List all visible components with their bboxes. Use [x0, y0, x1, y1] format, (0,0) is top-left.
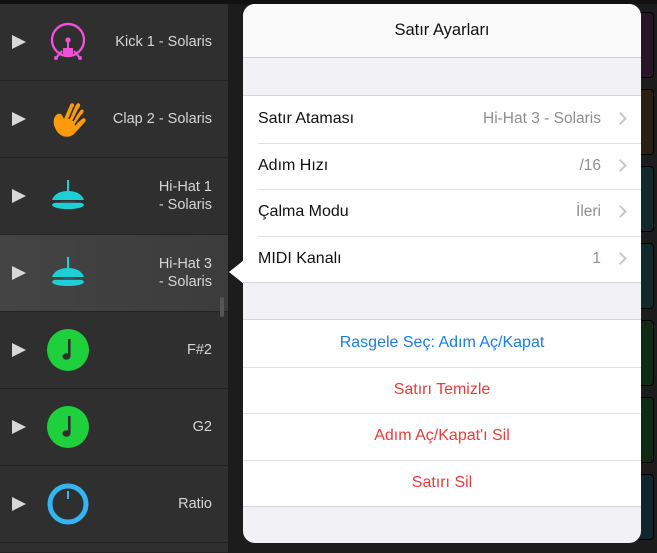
track-row-f-sharp-2[interactable]: F#2 — [0, 312, 228, 389]
setting-label: Satır Ataması — [258, 110, 355, 128]
clear-row-button[interactable]: Satırı Temizle — [243, 366, 641, 414]
play-icon[interactable] — [12, 497, 26, 511]
play-icon[interactable] — [12, 35, 26, 49]
hand-clap-icon — [53, 103, 86, 137]
kick-drum-icon — [50, 22, 86, 60]
popover-title: Satır Ayarları — [243, 4, 641, 58]
track-row-ratio[interactable]: Ratio — [0, 466, 228, 543]
track-name: G2 — [192, 419, 212, 435]
row-settings-popover: Satır Ayarları Satır Ataması Hi-Hat 3 - … — [243, 4, 641, 543]
track-row-hihat-1[interactable]: Hi-Hat 1 - Solaris — [0, 158, 228, 235]
action-label: Satırı Temizle — [393, 380, 491, 398]
music-note-icon — [47, 406, 89, 448]
randomize-step-toggle-button[interactable]: Rasgele Seç: Adım Aç/Kapat — [243, 320, 641, 367]
hi-hat-icon — [52, 257, 84, 286]
settings-group: Satır Ataması Hi-Hat 3 - Solaris Adım Hı… — [243, 95, 641, 283]
midi-channel-setting[interactable]: MIDI Kanalı 1 — [243, 235, 641, 283]
play-icon[interactable] — [12, 112, 26, 126]
track-row-hihat-3[interactable]: Hi-Hat 3 - Solaris — [0, 235, 228, 312]
track-row-clap[interactable]: Clap 2 - Solaris — [0, 81, 228, 158]
setting-label: Çalma Modu — [258, 203, 349, 221]
track-name: Kick 1 - Solaris — [115, 34, 212, 50]
track-name: Clap 2 - Solaris — [112, 111, 212, 127]
knob-icon — [47, 483, 89, 525]
popover-arrow — [229, 260, 244, 284]
setting-value: İleri — [576, 203, 601, 221]
setting-value: /16 — [579, 156, 601, 174]
hi-hat-icon — [52, 180, 84, 209]
play-icon[interactable] — [12, 420, 26, 434]
play-icon[interactable] — [12, 343, 26, 357]
step-rate-setting[interactable]: Adım Hızı /16 — [243, 142, 641, 190]
action-label: Satırı Sil — [411, 473, 473, 491]
playback-mode-setting[interactable]: Çalma Modu İleri — [243, 189, 641, 236]
row-assignment-setting[interactable]: Satır Ataması Hi-Hat 3 - Solaris — [243, 96, 641, 143]
play-icon[interactable] — [12, 266, 26, 280]
scrollbar[interactable] — [220, 297, 224, 317]
chevron-right-icon — [614, 158, 627, 172]
track-row-partial — [0, 543, 228, 553]
chevron-right-icon — [614, 112, 627, 126]
track-name: Ratio — [178, 496, 212, 512]
chevron-right-icon — [614, 251, 627, 265]
delete-row-button[interactable]: Satırı Sil — [243, 459, 641, 507]
action-label: Adım Aç/Kapat'ı Sil — [374, 427, 510, 445]
chevron-right-icon — [614, 205, 627, 219]
play-icon[interactable] — [12, 189, 26, 203]
setting-label: Adım Hızı — [258, 156, 329, 174]
setting-label: MIDI Kanalı — [258, 249, 342, 267]
track-list: Kick 1 - Solaris Clap 2 - Solaris Hi-Hat… — [0, 4, 228, 553]
track-name: Hi-Hat 1 - Solaris — [158, 179, 212, 213]
track-row-kick[interactable]: Kick 1 - Solaris — [0, 4, 228, 81]
track-name: F#2 — [187, 342, 212, 358]
setting-value: 1 — [592, 249, 601, 267]
music-note-icon — [47, 329, 89, 371]
track-name: Hi-Hat 3 - Solaris — [158, 256, 212, 290]
setting-value: Hi-Hat 3 - Solaris — [483, 110, 601, 128]
actions-group: Rasgele Seç: Adım Aç/Kapat Satırı Temizl… — [243, 319, 641, 507]
delete-step-toggle-button[interactable]: Adım Aç/Kapat'ı Sil — [243, 413, 641, 460]
track-row-g2[interactable]: G2 — [0, 389, 228, 466]
action-label: Rasgele Seç: Adım Aç/Kapat — [339, 334, 545, 352]
